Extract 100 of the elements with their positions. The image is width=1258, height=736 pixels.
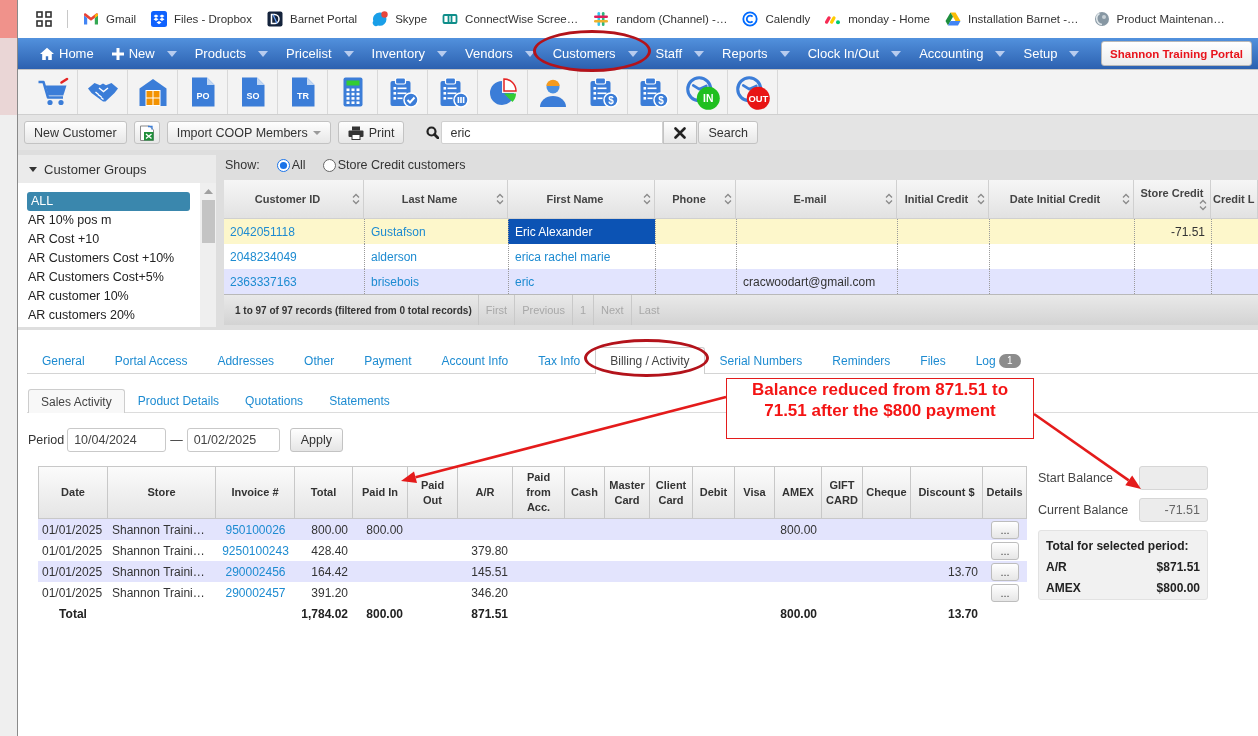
tab[interactable]: Portal Access xyxy=(99,347,203,373)
nav-menu-item[interactable]: Clock In/Out xyxy=(798,38,911,69)
tab[interactable]: Sales Activity xyxy=(28,389,125,413)
nav-menu-item[interactable]: Inventory xyxy=(362,38,456,69)
details-button[interactable]: ... xyxy=(991,562,1019,581)
invoice-link[interactable]: 950100026 xyxy=(225,522,286,537)
radio-icon[interactable] xyxy=(322,158,336,172)
tab[interactable]: Reminders xyxy=(817,347,906,373)
bookmark-link[interactable]: random (Channel) -… xyxy=(593,10,728,27)
bookmark-link[interactable]: Calendly xyxy=(742,10,811,27)
column-header[interactable]: E-mail xyxy=(736,180,897,219)
nav-menu-item[interactable]: Pricelist xyxy=(277,38,363,69)
bookmark-link[interactable]: ConnectWise Scree… xyxy=(442,10,579,27)
range-dash: — xyxy=(170,433,183,447)
scroll-up-icon[interactable] xyxy=(203,189,213,194)
tab[interactable]: Serial Numbers xyxy=(704,347,818,373)
details-button[interactable]: ... xyxy=(991,520,1019,539)
tab[interactable]: Tax Info xyxy=(523,347,596,373)
details-button[interactable]: ... xyxy=(991,583,1019,602)
nav-menu-item[interactable]: Home xyxy=(31,38,103,69)
nav-menu-item[interactable]: New xyxy=(102,38,186,69)
column-header[interactable]: Store Credit xyxy=(1134,180,1211,219)
nav-menu-item[interactable]: Reports xyxy=(713,38,799,69)
new-customer-button[interactable]: New Customer xyxy=(24,121,127,144)
toolbar-button[interactable]: $ xyxy=(628,70,678,114)
tab[interactable]: Account Info xyxy=(426,347,524,373)
list-item[interactable]: AR Cost +10 xyxy=(27,230,190,249)
print-button[interactable]: Print xyxy=(337,121,405,144)
toolbar-button[interactable]: SO xyxy=(228,70,278,114)
invoice-link[interactable]: 290002457 xyxy=(225,585,286,600)
column-header[interactable]: First Name xyxy=(508,180,655,219)
balance-field[interactable] xyxy=(1139,466,1208,490)
bookmark-link[interactable]: Files - Dropbox xyxy=(151,10,252,27)
radio-icon[interactable] xyxy=(276,158,290,172)
column-header[interactable]: Date Initial Credit xyxy=(989,180,1134,219)
tab[interactable]: Quotations xyxy=(232,389,317,412)
toolbar-button[interactable]: OUT xyxy=(728,70,778,114)
date-field[interactable]: 10/04/2024 xyxy=(67,428,167,452)
export-button[interactable] xyxy=(133,121,160,144)
portal-button[interactable]: Shannon Training Portal xyxy=(1101,41,1252,66)
list-item[interactable]: AR Customers Cost +10% xyxy=(27,249,190,268)
invoice-link[interactable]: 290002456 xyxy=(225,564,286,579)
customer-link[interactable]: 2363337163 xyxy=(230,274,297,289)
customer-link[interactable]: 2042051118 xyxy=(230,224,295,239)
list-item[interactable]: AR customer 10% xyxy=(27,287,190,306)
search-field[interactable]: eric xyxy=(441,121,664,144)
scroll-thumb[interactable] xyxy=(201,200,215,243)
toolbar-button[interactable]: $ xyxy=(578,70,628,114)
customer-link[interactable]: 2048234049 xyxy=(230,249,297,264)
customer-link[interactable]: eric xyxy=(515,274,535,289)
column-header[interactable]: Customer ID xyxy=(224,180,364,219)
tab[interactable]: Other xyxy=(289,347,350,373)
balance-field[interactable]: -71.51 xyxy=(1139,498,1208,522)
tab[interactable]: General xyxy=(27,347,100,373)
date-field[interactable]: 01/02/2025 xyxy=(186,428,280,452)
radio-option[interactable]: All xyxy=(276,158,306,172)
customer-link[interactable]: erica rachel marie xyxy=(515,249,611,264)
column-header[interactable]: Initial Credit xyxy=(897,180,989,219)
tab[interactable]: Product Details xyxy=(124,389,233,412)
tab[interactable]: Files xyxy=(905,347,961,373)
toolbar-button[interactable]: TR xyxy=(278,70,328,114)
column-header[interactable]: Last Name xyxy=(364,180,508,219)
nav-menu-item[interactable]: Setup xyxy=(1014,38,1089,69)
panel-header[interactable]: Customer Groups xyxy=(18,155,216,183)
tab[interactable]: Addresses xyxy=(202,347,290,373)
nav-menu-item[interactable]: Vendors xyxy=(456,38,544,69)
invoice-link[interactable]: 9250100243 xyxy=(222,543,289,558)
apps-grid-icon[interactable] xyxy=(36,10,52,27)
bookmark-link[interactable]: Barnet Portal xyxy=(267,10,358,27)
nav-menu-item[interactable]: Customers xyxy=(543,38,647,69)
tab[interactable]: Billing / Activity xyxy=(595,347,705,374)
tab[interactable]: Payment xyxy=(349,347,427,373)
customer-link[interactable]: Gustafson xyxy=(371,224,426,239)
nav-menu-item[interactable]: Products xyxy=(185,38,277,69)
list-item[interactable]: AR 10% pos m xyxy=(27,211,190,230)
customer-link[interactable]: alderson xyxy=(371,249,418,264)
list-item[interactable]: ALL xyxy=(27,192,190,211)
bookmark-link[interactable]: Gmail xyxy=(83,10,137,27)
list-item[interactable]: AR Customers Cost+5% xyxy=(27,268,190,287)
bookmark-link[interactable]: monday - Home xyxy=(825,10,930,27)
customer-link[interactable]: brisebois xyxy=(371,274,420,289)
search-button[interactable]: Search xyxy=(698,121,759,144)
clear-button[interactable] xyxy=(663,121,698,144)
list-item[interactable]: AR customers 20% xyxy=(27,306,190,325)
column-header[interactable]: Phone xyxy=(655,180,736,219)
radio-option[interactable]: Store Credit customers xyxy=(322,158,466,172)
nav-menu-item[interactable]: Staff xyxy=(646,38,714,69)
nav-menu-item[interactable]: Accounting xyxy=(910,38,1015,69)
details-button[interactable]: ... xyxy=(991,541,1019,560)
apply-button[interactable]: Apply xyxy=(289,428,343,452)
toolbar-button[interactable]: PO xyxy=(178,70,228,114)
tab[interactable]: Log 1 xyxy=(960,347,1036,373)
tab[interactable]: Statements xyxy=(316,389,403,412)
toolbar-button[interactable]: IN xyxy=(678,70,728,114)
bookmark-link[interactable]: Skype xyxy=(372,10,428,27)
bookmark-link[interactable]: Installation Barnet -… xyxy=(945,10,1079,27)
import-button[interactable]: Import COOP Members xyxy=(166,121,331,144)
scrollbar[interactable] xyxy=(200,183,216,327)
customer-link[interactable]: Eric Alexander xyxy=(515,224,593,239)
bookmark-link[interactable]: Product Maintenan… xyxy=(1093,10,1225,27)
